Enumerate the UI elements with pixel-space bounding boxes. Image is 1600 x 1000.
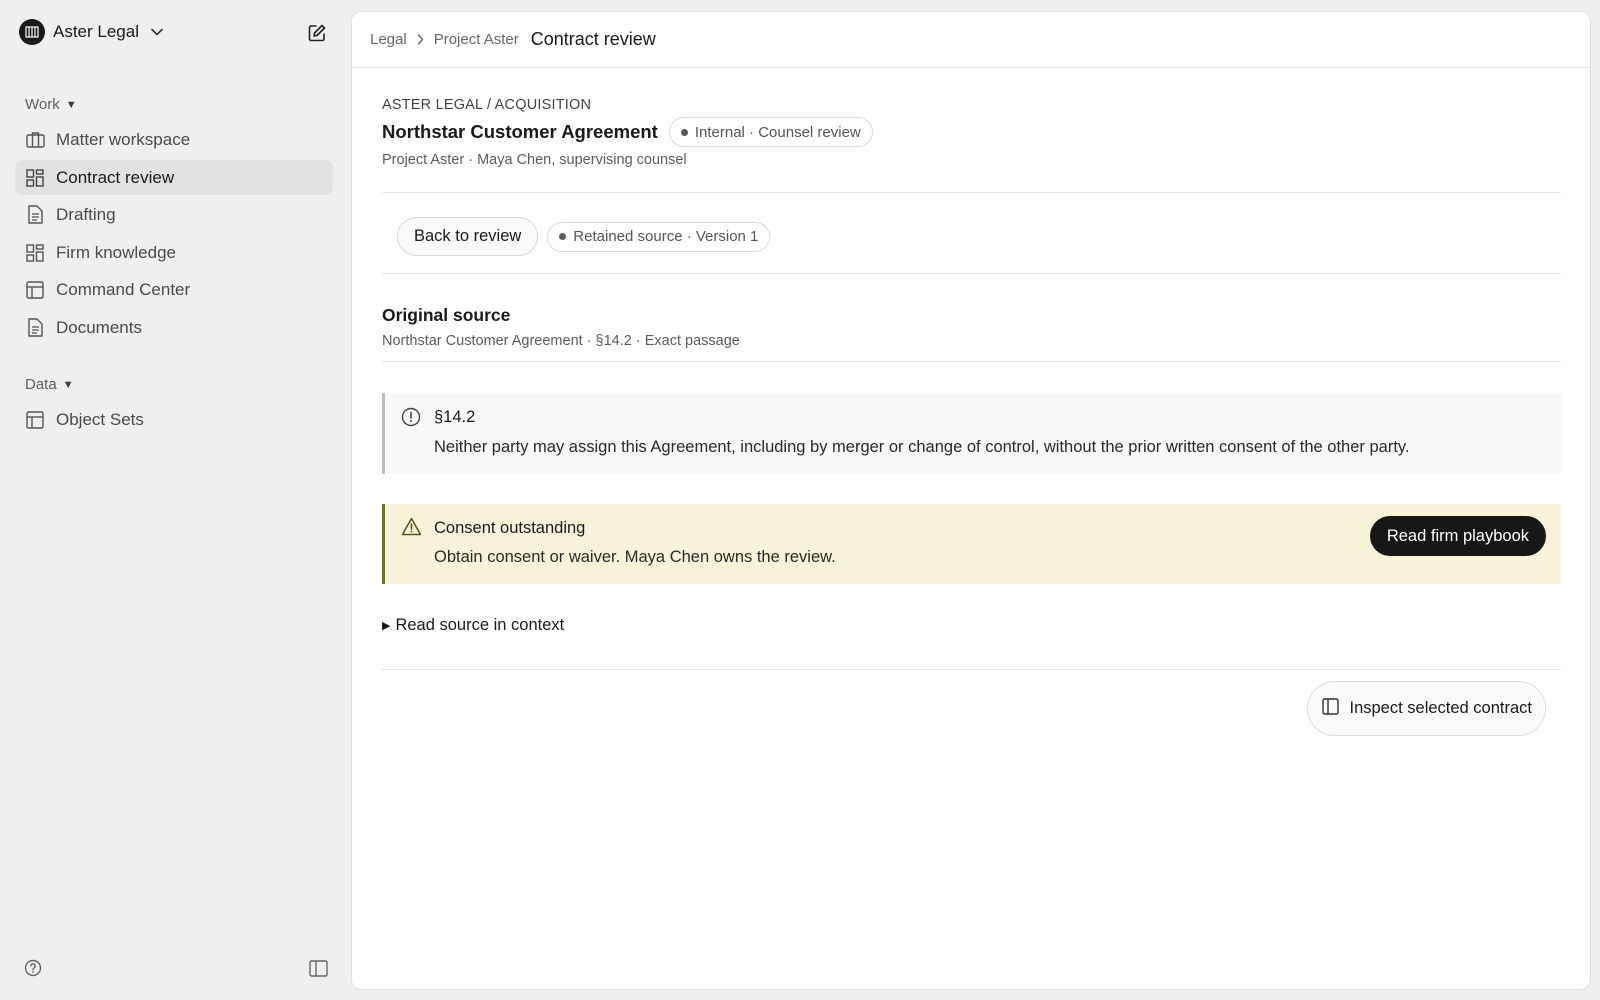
status-badge-label: Internal · Counsel review xyxy=(694,123,861,141)
sidebar: Aster Legal Work ▼ Matter workspace Cont… xyxy=(0,0,350,1000)
breadcrumb-item-project[interactable]: Project Aster xyxy=(434,31,519,48)
consent-alert: Consent outstanding Obtain consent or wa… xyxy=(382,504,1561,584)
org-logo-icon xyxy=(19,19,45,45)
sidebar-item-label: Object Sets xyxy=(56,409,144,429)
caret-down-icon: ▼ xyxy=(62,378,74,391)
warning-icon xyxy=(401,517,422,541)
sidebar-item-firm-knowledge[interactable]: Firm knowledge xyxy=(15,235,333,270)
sidebar-item-drafting[interactable]: Drafting xyxy=(15,197,333,232)
back-to-review-button[interactable]: Back to review xyxy=(397,217,539,256)
document-subline: Project Aster · Maya Chen, supervising c… xyxy=(382,152,687,168)
status-badge: Internal · Counsel review xyxy=(668,117,873,147)
matter-eyebrow: ASTER LEGAL / ACQUISITION xyxy=(382,97,592,113)
source-version-badge: Retained source · Version 1 xyxy=(547,221,771,252)
page-title: Contract review xyxy=(530,29,656,49)
alert-title: Consent outstanding xyxy=(434,519,586,537)
table-icon xyxy=(25,410,45,430)
alert-text: Obtain consent or waiver. Maya Chen owns… xyxy=(434,548,836,566)
source-section-title: Original source xyxy=(382,305,511,325)
table-icon xyxy=(25,280,45,300)
caret-down-icon: ▼ xyxy=(65,98,77,111)
sidebar-toggle-icon[interactable] xyxy=(307,957,329,979)
action-row: Back to review Retained source · Version… xyxy=(397,217,771,256)
read-source-in-context-toggle[interactable]: ▶ Read source in context xyxy=(382,616,564,635)
sidebar-item-label: Matter workspace xyxy=(56,129,191,149)
inspect-label: Inspect selected contract xyxy=(1349,699,1532,717)
breadcrumb-item-legal[interactable]: Legal xyxy=(370,31,407,48)
side-panel-icon xyxy=(1322,697,1340,720)
grid-icon xyxy=(25,243,45,263)
document-icon xyxy=(25,318,45,338)
sidebar-item-command-center[interactable]: Command Center xyxy=(15,272,333,307)
section-work[interactable]: Work ▼ xyxy=(25,96,77,113)
title-row: Northstar Customer Agreement Internal · … xyxy=(382,117,873,147)
clause-quote: §14.2 Neither party may assign this Agre… xyxy=(382,393,1561,474)
org-name: Aster Legal xyxy=(53,22,139,41)
compose-icon[interactable] xyxy=(302,18,332,48)
sidebar-item-label: Drafting xyxy=(56,204,116,224)
org-switcher[interactable]: Aster Legal xyxy=(19,19,163,45)
sidebar-item-label: Firm knowledge xyxy=(56,242,176,262)
inspect-selected-contract-button[interactable]: Inspect selected contract xyxy=(1307,681,1546,736)
source-version-label: Retained source · Version 1 xyxy=(573,228,759,245)
caret-right-icon: ▶ xyxy=(382,620,391,632)
grid-icon xyxy=(25,168,45,188)
sidebar-item-contract-review[interactable]: Contract review xyxy=(15,160,333,195)
status-dot-icon xyxy=(680,128,688,136)
disclosure-label: Read source in context xyxy=(395,616,565,634)
sidebar-item-label: Documents xyxy=(56,317,142,337)
divider xyxy=(382,361,1561,362)
sidebar-item-label: Command Center xyxy=(56,279,191,299)
help-icon[interactable] xyxy=(23,958,43,978)
briefcase-icon xyxy=(25,130,45,150)
section-data-label: Data xyxy=(25,376,57,393)
main-panel: Legal Project Aster Contract review ASTE… xyxy=(351,11,1591,990)
breadcrumb: Legal Project Aster Contract review xyxy=(352,12,1590,68)
sidebar-item-matter-workspace[interactable]: Matter workspace xyxy=(15,122,333,157)
document-icon xyxy=(25,205,45,225)
info-icon xyxy=(401,407,421,432)
divider xyxy=(382,273,1561,274)
read-firm-playbook-button[interactable]: Read firm playbook xyxy=(1369,516,1546,556)
chevron-right-icon xyxy=(417,34,424,45)
divider xyxy=(382,669,1561,670)
clause-text: Neither party may assign this Agreement,… xyxy=(434,438,1410,456)
sidebar-item-label: Contract review xyxy=(56,167,175,187)
sidebar-item-object-sets[interactable]: Object Sets xyxy=(15,402,333,437)
chevron-down-icon xyxy=(151,28,163,36)
section-work-label: Work xyxy=(25,96,60,113)
divider xyxy=(382,192,1561,193)
sidebar-item-documents[interactable]: Documents xyxy=(15,310,333,345)
clause-reference: §14.2 xyxy=(434,408,476,426)
document-title: Northstar Customer Agreement xyxy=(382,121,658,142)
status-dot-icon xyxy=(559,233,567,240)
source-section-subtitle: Northstar Customer Agreement · §14.2 · E… xyxy=(382,333,740,349)
section-data[interactable]: Data ▼ xyxy=(25,376,74,393)
